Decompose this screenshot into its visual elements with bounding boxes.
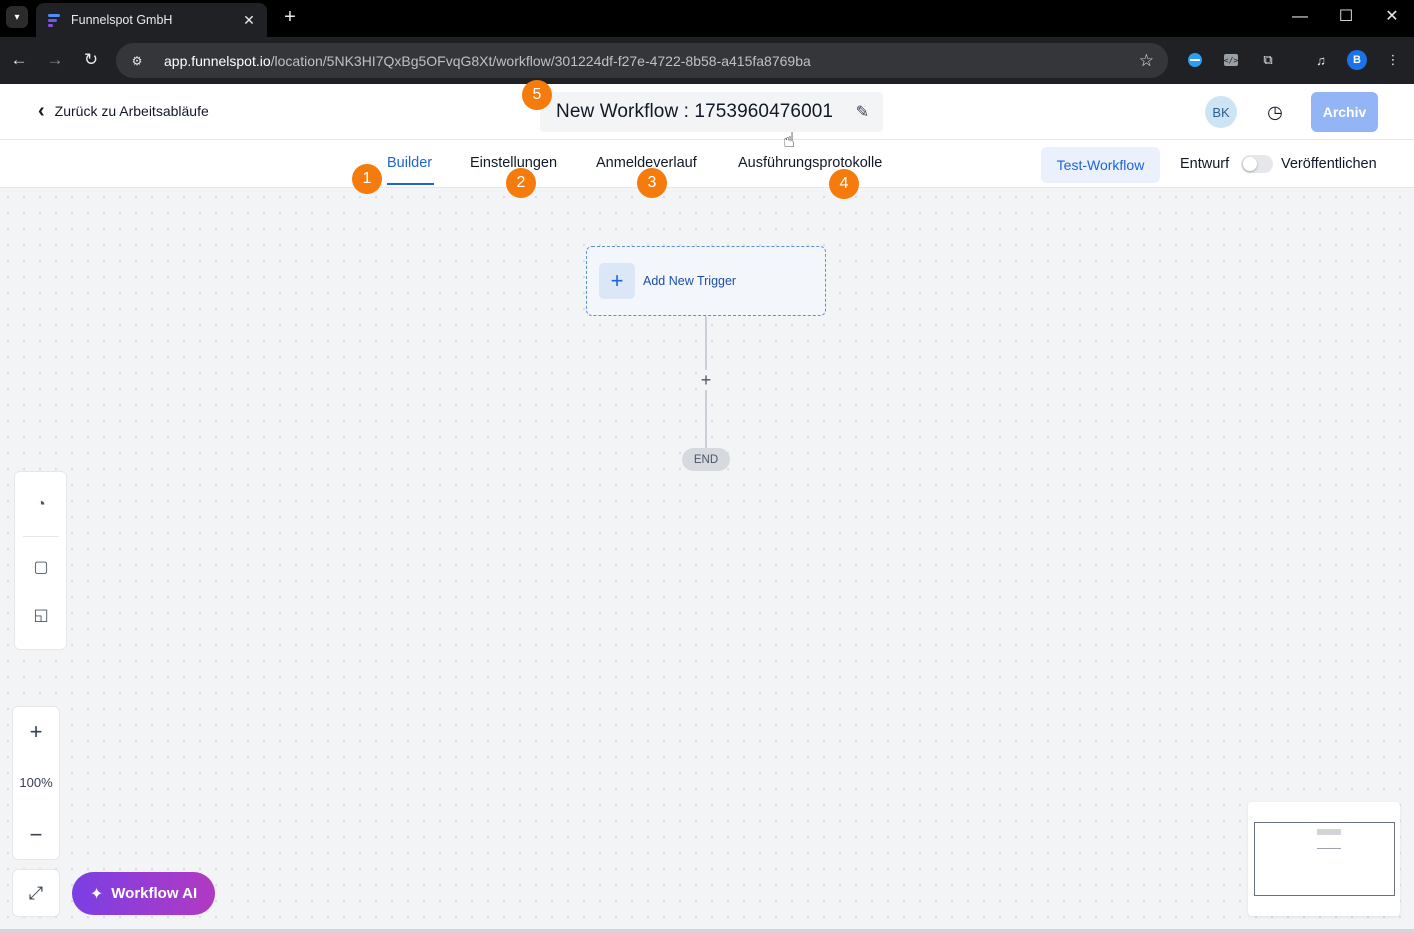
chevron-left-icon: ‹ xyxy=(38,100,45,122)
extension-drop-icon[interactable] xyxy=(1185,50,1205,70)
address-bar[interactable]: ⚙ app.funnelspot.io/location/5NK3HI7QxBg… xyxy=(116,43,1168,78)
close-window-icon[interactable]: ✕ xyxy=(1380,6,1404,28)
browser-toolbar: ← → ↻ ⚙ app.funnelspot.io/location/5NK3H… xyxy=(0,37,1414,84)
test-workflow-button[interactable]: Test-Workflow xyxy=(1041,147,1160,183)
annotation-badge-5: 5 xyxy=(522,80,552,110)
tool-divider xyxy=(23,536,59,537)
svg-text:</>: </> xyxy=(1224,56,1239,65)
tab-builder[interactable]: Builder xyxy=(387,155,432,171)
browser-tab[interactable]: Funnelspot GmbH ✕ xyxy=(36,3,267,37)
annotation-badge-1: 1 xyxy=(352,164,382,194)
tab-execution-logs[interactable]: Ausführungsprotokolle xyxy=(738,155,882,171)
funnelspot-favicon-icon xyxy=(46,12,62,28)
extensions-puzzle-icon[interactable]: ⧉ xyxy=(1258,50,1278,70)
back-label: Zurück zu Arbeitsabläufe xyxy=(54,103,209,119)
add-action-plus-icon[interactable]: + xyxy=(697,370,715,390)
media-control-icon[interactable]: ♫ xyxy=(1311,50,1331,70)
workflow-header: ‹ Zurück zu Arbeitsabläufe New Workflow … xyxy=(0,84,1414,140)
extension-code-icon[interactable]: </> xyxy=(1221,50,1241,70)
new-tab-icon[interactable]: + xyxy=(280,6,300,28)
back-to-workflows-link[interactable]: ‹ Zurück zu Arbeitsabläufe xyxy=(38,100,209,122)
minimap[interactable] xyxy=(1248,802,1400,916)
fit-view-expand-icon[interactable]: ⤢ xyxy=(12,869,60,917)
reload-icon[interactable]: ↻ xyxy=(80,49,102,71)
minimap-node xyxy=(1317,829,1341,835)
history-icon[interactable]: ◷ xyxy=(1264,101,1286,123)
draft-label: Entwurf xyxy=(1180,156,1230,172)
workflow-title: New Workflow : 1753960476001 xyxy=(556,101,834,122)
annotation-badge-2: 2 xyxy=(506,168,536,198)
minimap-end xyxy=(1317,848,1341,849)
close-tab-icon[interactable]: ✕ xyxy=(241,12,257,29)
site-info-icon[interactable]: ⚙ xyxy=(128,52,146,70)
add-trigger-label: Add New Trigger xyxy=(643,274,737,288)
active-tab-indicator xyxy=(387,183,434,185)
end-node: END xyxy=(682,448,730,471)
browser-menu-icon[interactable]: ⋮ xyxy=(1383,50,1403,70)
pencil-edit-icon[interactable]: ✎ xyxy=(856,102,869,122)
workflow-title-box[interactable]: New Workflow : 1753960476001 ✎ xyxy=(540,92,883,132)
user-avatar[interactable]: BK xyxy=(1205,96,1237,128)
minimap-viewport[interactable] xyxy=(1254,822,1395,896)
url-text: app.funnelspot.io/location/5NK3HI7QxBg5O… xyxy=(164,52,811,69)
workflow-tab-bar: Builder Einstellungen Anmeldeverlauf Aus… xyxy=(0,140,1414,188)
workflow-ai-button[interactable]: ✦ Workflow AI xyxy=(72,872,215,915)
toggle-knob xyxy=(1243,157,1257,171)
zoom-controls: + 100% − xyxy=(12,706,60,860)
archive-button[interactable]: Archiv xyxy=(1311,92,1378,132)
browser-tab-strip: ▾ Funnelspot GmbH ✕ + — ☐ ✕ xyxy=(0,0,1414,37)
add-trigger-card[interactable]: + Add New Trigger xyxy=(586,246,826,316)
forward-icon[interactable]: → xyxy=(44,49,66,71)
annotation-badge-4: 4 xyxy=(829,169,859,199)
publish-label: Veröffentlichen xyxy=(1281,156,1377,172)
pie-chart-icon[interactable]: ◔ xyxy=(29,493,53,517)
plus-icon: + xyxy=(599,263,635,299)
annotation-badge-3: 3 xyxy=(637,168,667,198)
zoom-out-icon[interactable]: − xyxy=(13,820,59,850)
bookmark-star-icon[interactable]: ☆ xyxy=(1139,51,1154,71)
comment-icon[interactable]: ▢ xyxy=(29,555,53,579)
connector-line xyxy=(705,316,707,370)
minimize-icon[interactable]: — xyxy=(1288,6,1312,28)
profile-avatar[interactable]: B xyxy=(1347,50,1367,70)
zoom-level: 100% xyxy=(19,775,53,790)
maximize-icon[interactable]: ☐ xyxy=(1334,6,1358,28)
connector-line xyxy=(705,390,707,448)
sticky-note-icon[interactable]: ◱ xyxy=(29,603,53,627)
sparkle-icon: ✦ xyxy=(89,885,104,903)
canvas-tool-panel: ◔ ▢ ◱ xyxy=(14,471,67,650)
zoom-in-icon[interactable]: + xyxy=(13,717,59,747)
back-icon[interactable]: ← xyxy=(8,49,30,71)
browser-tab-title: Funnelspot GmbH xyxy=(71,13,173,27)
tab-search-chevron-icon[interactable]: ▾ xyxy=(6,6,28,28)
workflow-ai-label: Workflow AI xyxy=(111,885,198,902)
hand-cursor-icon: ☝ xyxy=(783,130,796,152)
publish-toggle[interactable] xyxy=(1241,155,1273,173)
window-bottom-edge xyxy=(0,929,1414,933)
